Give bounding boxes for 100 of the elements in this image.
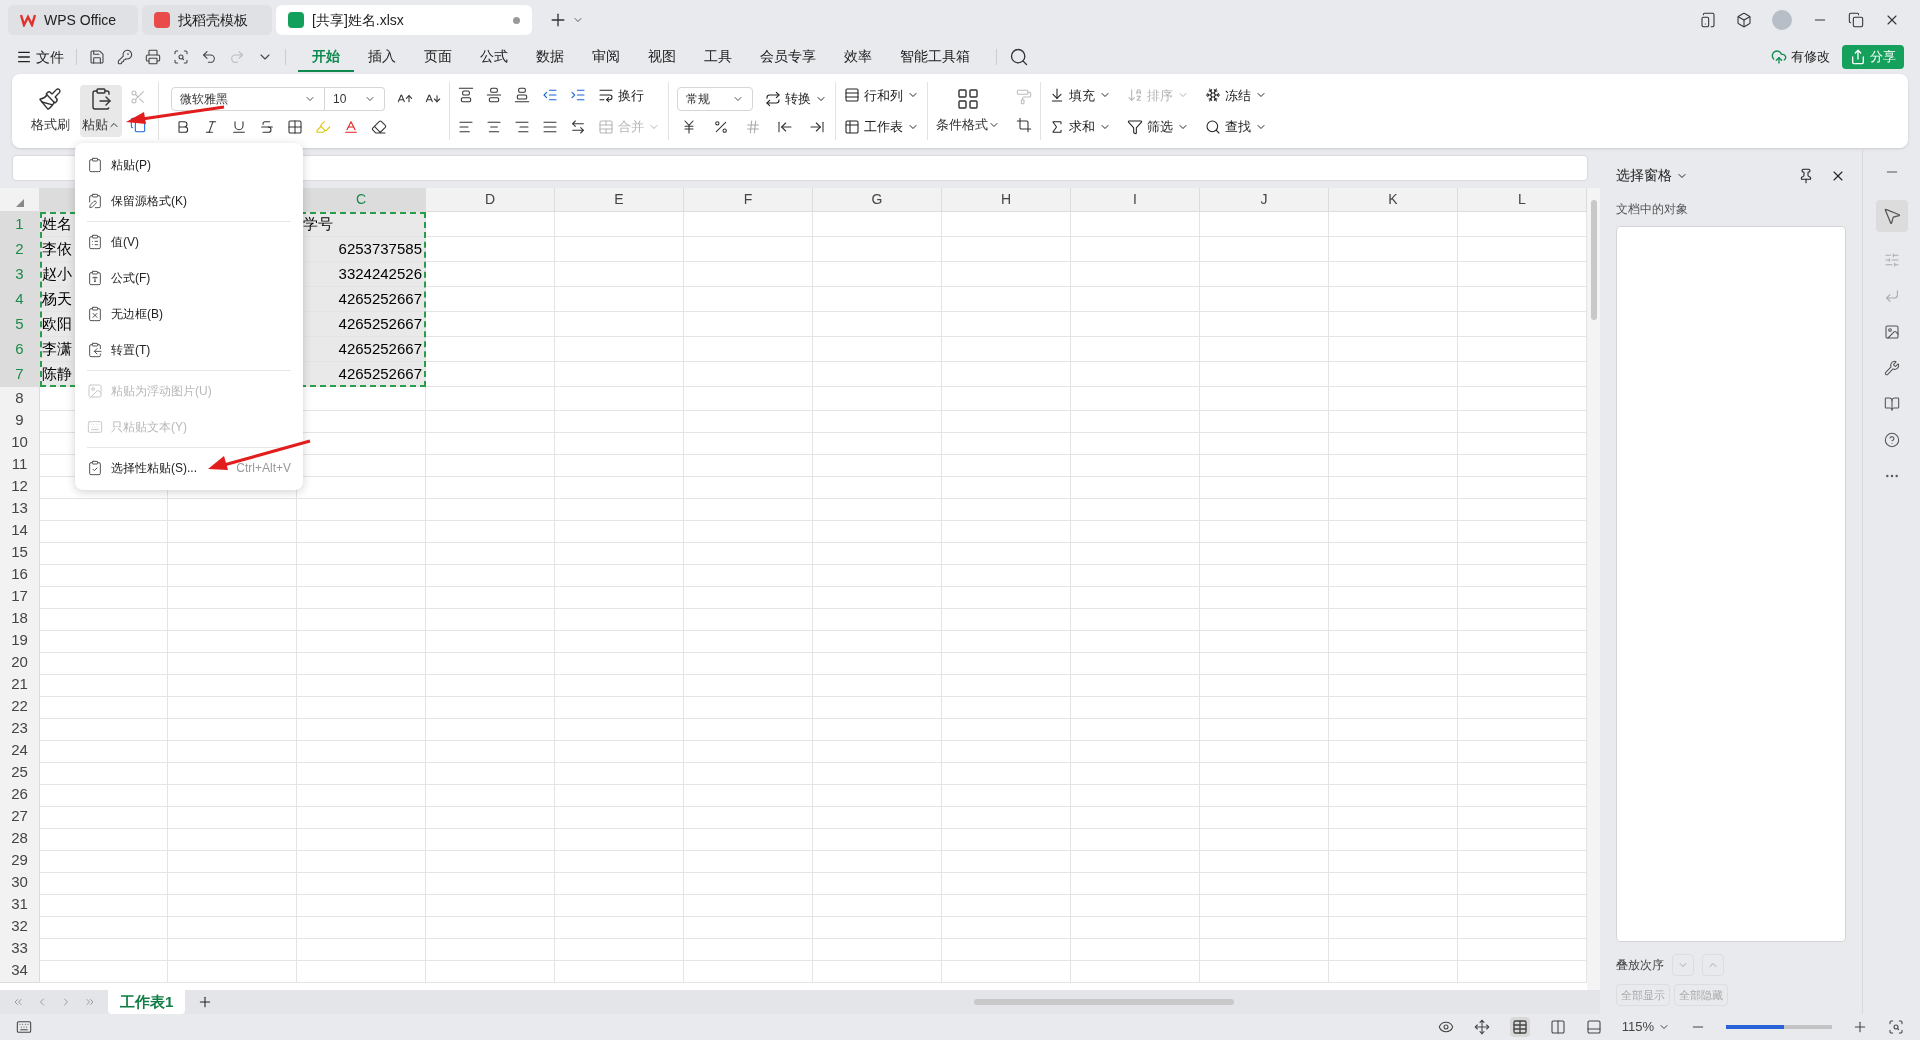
row-header[interactable]: 34: [0, 959, 40, 983]
zoom-in-icon[interactable]: [1852, 1019, 1868, 1035]
align-bottom-icon[interactable]: [514, 87, 530, 104]
column-header[interactable]: F: [684, 188, 813, 212]
row-header[interactable]: 32: [0, 915, 40, 939]
row-header[interactable]: 28: [0, 827, 40, 851]
conditional-format-button[interactable]: 条件格式: [936, 87, 1000, 135]
increase-decimal-icon[interactable]: [777, 119, 793, 135]
underline-icon[interactable]: [231, 119, 247, 135]
ribbon-tab[interactable]: 工具: [690, 42, 746, 72]
column-header[interactable]: H: [942, 188, 1071, 212]
format-painter-button[interactable]: 格式刷: [28, 87, 72, 135]
row-header[interactable]: 18: [0, 607, 40, 631]
row-header[interactable]: 8: [0, 387, 40, 411]
wrap-text-button[interactable]: 换行: [598, 85, 644, 105]
row-header[interactable]: 25: [0, 761, 40, 785]
horizontal-scrollbar-thumb[interactable]: [974, 999, 1234, 1005]
copy-icon[interactable]: [130, 117, 146, 133]
page-break-icon[interactable]: [1585, 1019, 1602, 1035]
menu-item[interactable]: 选择性粘贴(S)... Ctrl+Alt+V: [87, 450, 291, 486]
tool-button[interactable]: 查找: [1205, 117, 1267, 137]
key-icon[interactable]: [117, 49, 133, 65]
sheet-tab[interactable]: 工作表1: [108, 990, 186, 1014]
fullscreen-icon[interactable]: [1888, 1019, 1904, 1035]
move-icon[interactable]: [1473, 1019, 1490, 1035]
search-icon[interactable]: [1009, 47, 1029, 67]
column-header[interactable]: D: [426, 188, 555, 212]
currency-icon[interactable]: [681, 119, 697, 135]
distribute-icon[interactable]: [570, 118, 586, 135]
row-header[interactable]: 15: [0, 541, 40, 565]
document-tab[interactable]: 找稻壳模板: [142, 5, 272, 35]
font-color-icon[interactable]: [343, 119, 359, 135]
tool-button[interactable]: 筛选: [1127, 117, 1189, 137]
pointer-icon[interactable]: [1875, 200, 1908, 232]
ribbon-tab[interactable]: 效率: [830, 42, 886, 72]
eye-icon[interactable]: [1437, 1019, 1454, 1035]
save-icon[interactable]: [89, 49, 105, 65]
row-header[interactable]: 27: [0, 805, 40, 829]
eraser-icon[interactable]: [371, 119, 387, 135]
device-icon[interactable]: [1700, 12, 1716, 28]
row-header[interactable]: 16: [0, 563, 40, 587]
document-tab[interactable]: [共享]姓名.xlsx: [276, 5, 532, 35]
column-header[interactable]: J: [1200, 188, 1329, 212]
tool-button[interactable]: 填充: [1049, 85, 1111, 105]
row-header[interactable]: 10: [0, 431, 40, 455]
tool-button[interactable]: 冻结: [1205, 85, 1267, 105]
normal-view-icon[interactable]: [1509, 1017, 1530, 1037]
menu-item[interactable]: 粘贴(P): [87, 147, 291, 183]
row-header[interactable]: 29: [0, 849, 40, 873]
column-header[interactable]: K: [1329, 188, 1458, 212]
row-header[interactable]: 13: [0, 497, 40, 521]
worksheet-button[interactable]: 工作表: [844, 117, 919, 137]
font-size-select[interactable]: 10: [325, 87, 385, 111]
borders-icon[interactable]: [287, 119, 303, 135]
row-header[interactable]: 24: [0, 739, 40, 763]
image-icon[interactable]: [1883, 324, 1900, 340]
paste-button[interactable]: 粘贴: [80, 85, 122, 137]
cube-icon[interactable]: [1736, 12, 1752, 28]
row-header[interactable]: 17: [0, 585, 40, 609]
ribbon-tab[interactable]: 审阅: [578, 42, 634, 72]
row-header[interactable]: 26: [0, 783, 40, 807]
restore-icon[interactable]: [1848, 12, 1864, 28]
zoom-slider-track[interactable]: [1726, 1025, 1832, 1029]
print-preview-icon[interactable]: [173, 49, 189, 65]
ribbon-tab[interactable]: 会员专享: [746, 42, 830, 72]
tool-button[interactable]: 求和: [1049, 117, 1111, 137]
column-header[interactable]: I: [1071, 188, 1200, 212]
row-header[interactable]: 21: [0, 673, 40, 697]
fill-color-icon[interactable]: [315, 119, 331, 135]
page-view-icon[interactable]: [1549, 1019, 1566, 1035]
pin-icon[interactable]: [1798, 167, 1814, 184]
sync-status-button[interactable]: 有修改: [1771, 47, 1830, 67]
scrollbar-thumb[interactable]: [1590, 200, 1597, 320]
rows-columns-button[interactable]: 行和列: [844, 85, 919, 105]
column-header[interactable]: E: [555, 188, 684, 212]
ribbon-tab[interactable]: 视图: [634, 42, 690, 72]
row-header[interactable]: 9: [0, 409, 40, 433]
row-header[interactable]: 14: [0, 519, 40, 543]
row-header[interactable]: 19: [0, 629, 40, 653]
convert-button[interactable]: 转换: [765, 89, 827, 109]
macro-icon[interactable]: [16, 1019, 32, 1035]
document-tab[interactable]: WPS Office: [8, 5, 138, 35]
zoom-dropdown[interactable]: 115%: [1621, 1017, 1670, 1037]
row-header[interactable]: 20: [0, 651, 40, 675]
cell-style-icon[interactable]: [1016, 89, 1032, 105]
ribbon-tab[interactable]: 插入: [354, 42, 410, 72]
number-format-select[interactable]: 常规: [677, 87, 753, 111]
ribbon-tab[interactable]: 页面: [410, 42, 466, 72]
book-icon[interactable]: [1883, 396, 1900, 412]
pane-title-dropdown[interactable]: 选择窗格: [1616, 165, 1688, 187]
crop-icon[interactable]: [1016, 117, 1032, 133]
font-name-select[interactable]: 微软雅黑: [171, 87, 325, 111]
align-middle-icon[interactable]: [486, 87, 502, 104]
print-icon[interactable]: [145, 49, 161, 65]
bold-icon[interactable]: [175, 119, 191, 135]
row-header[interactable]: 23: [0, 717, 40, 741]
row-header[interactable]: 30: [0, 871, 40, 895]
ribbon-tab[interactable]: 公式: [466, 42, 522, 72]
decrease-decimal-icon[interactable]: [809, 119, 825, 135]
sliders-icon[interactable]: [1883, 252, 1900, 268]
